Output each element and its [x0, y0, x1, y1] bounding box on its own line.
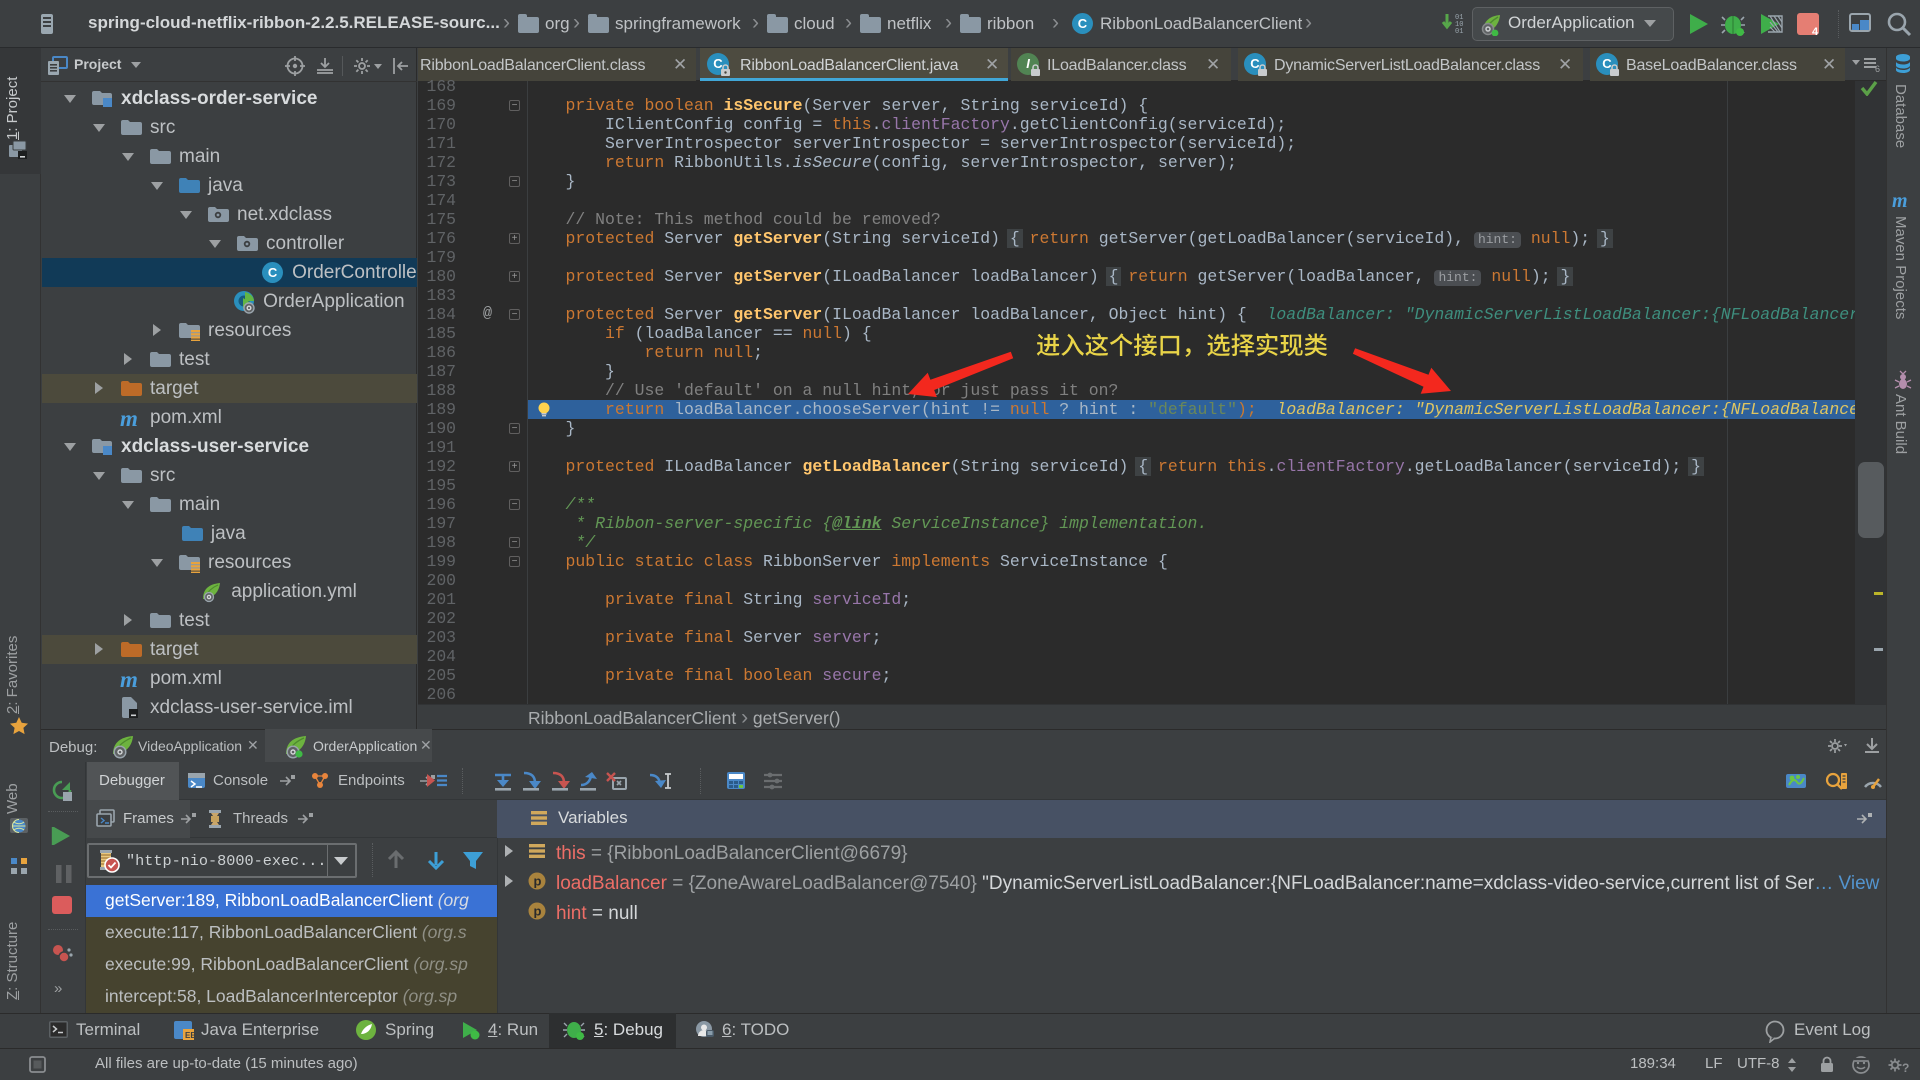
svg-text:?: ?: [1902, 1061, 1909, 1075]
svg-text:EE: EE: [185, 1031, 195, 1040]
svg-text:p: p: [534, 904, 542, 919]
svg-text:6: 6: [1875, 64, 1880, 73]
svg-text:p: p: [534, 874, 542, 889]
svg-text:01: 01: [1455, 28, 1463, 36]
